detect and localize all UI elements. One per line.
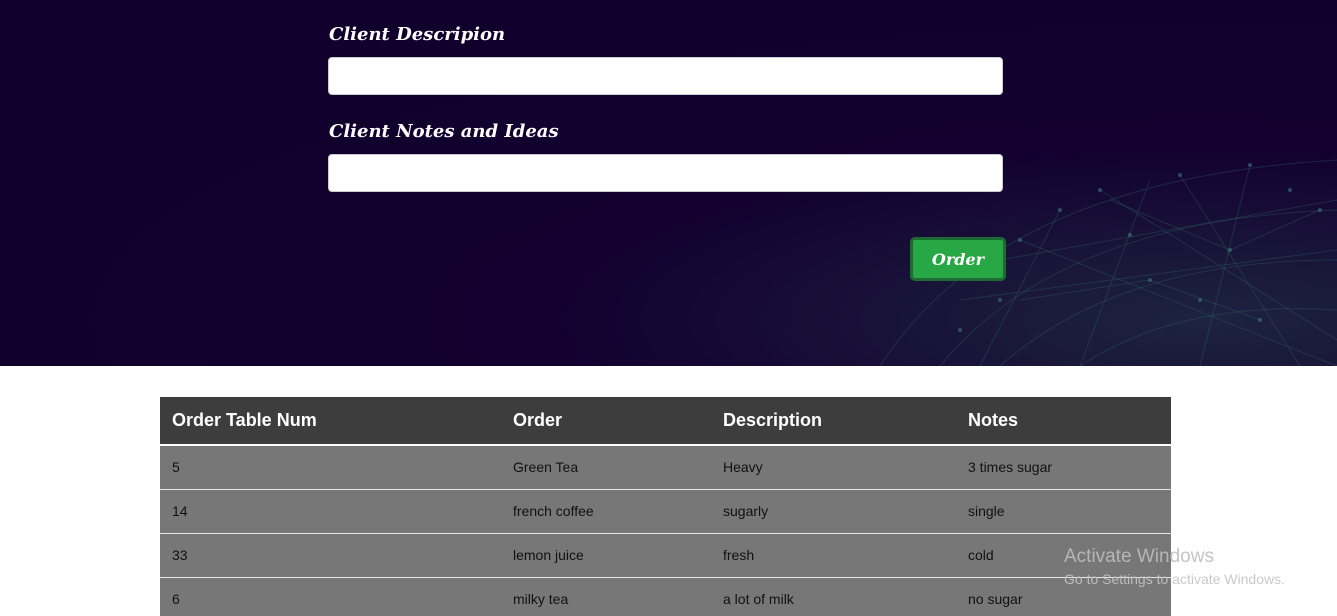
- order-button[interactable]: Order: [910, 237, 1006, 281]
- cell-description: a lot of milk: [711, 576, 956, 616]
- table-header-row: Order Table Num Order Description Notes: [160, 397, 1171, 446]
- cell-table-num: 33: [160, 532, 501, 577]
- cell-notes: single: [956, 488, 1171, 533]
- cell-table-num: 6: [160, 576, 501, 616]
- cell-notes: cold: [956, 532, 1171, 577]
- cell-notes: no sugar: [956, 576, 1171, 616]
- client-description-input[interactable]: [328, 57, 1003, 95]
- table-row: 5 Green Tea Heavy 3 times sugar: [160, 445, 1171, 489]
- table-row: 14 french coffee sugarly single: [160, 488, 1171, 533]
- header-description: Description: [711, 397, 956, 446]
- header-order-table-num: Order Table Num: [160, 397, 501, 446]
- cell-notes: 3 times sugar: [968, 459, 1053, 476]
- orders-table: Order Table Num Order Description Notes …: [160, 397, 1171, 616]
- cell-order: milky tea: [501, 576, 711, 616]
- header-notes: Notes: [956, 397, 1171, 446]
- cell-description: fresh: [711, 532, 956, 577]
- cell-table-num: 14: [160, 488, 501, 533]
- cell-order: french coffee: [501, 488, 711, 533]
- client-notes-input[interactable]: [328, 154, 1003, 192]
- cell-description: Heavy: [723, 459, 763, 476]
- cell-description: sugarly: [711, 488, 956, 533]
- table-row: 33 lemon juice fresh cold: [160, 532, 1171, 577]
- client-description-label: Client Descripion: [329, 24, 506, 45]
- header-order: Order: [501, 397, 711, 446]
- cell-order: Green Tea: [513, 459, 579, 476]
- orders-table-container: Order Table Num Order Description Notes …: [160, 397, 1171, 616]
- client-notes-label: Client Notes and Ideas: [329, 121, 559, 142]
- hero-section: Client Descripion Client Notes and Ideas…: [0, 0, 1337, 366]
- cell-table-num: 5: [172, 459, 180, 476]
- cell-order: lemon juice: [501, 532, 711, 577]
- table-row: 6 milky tea a lot of milk no sugar: [160, 576, 1171, 616]
